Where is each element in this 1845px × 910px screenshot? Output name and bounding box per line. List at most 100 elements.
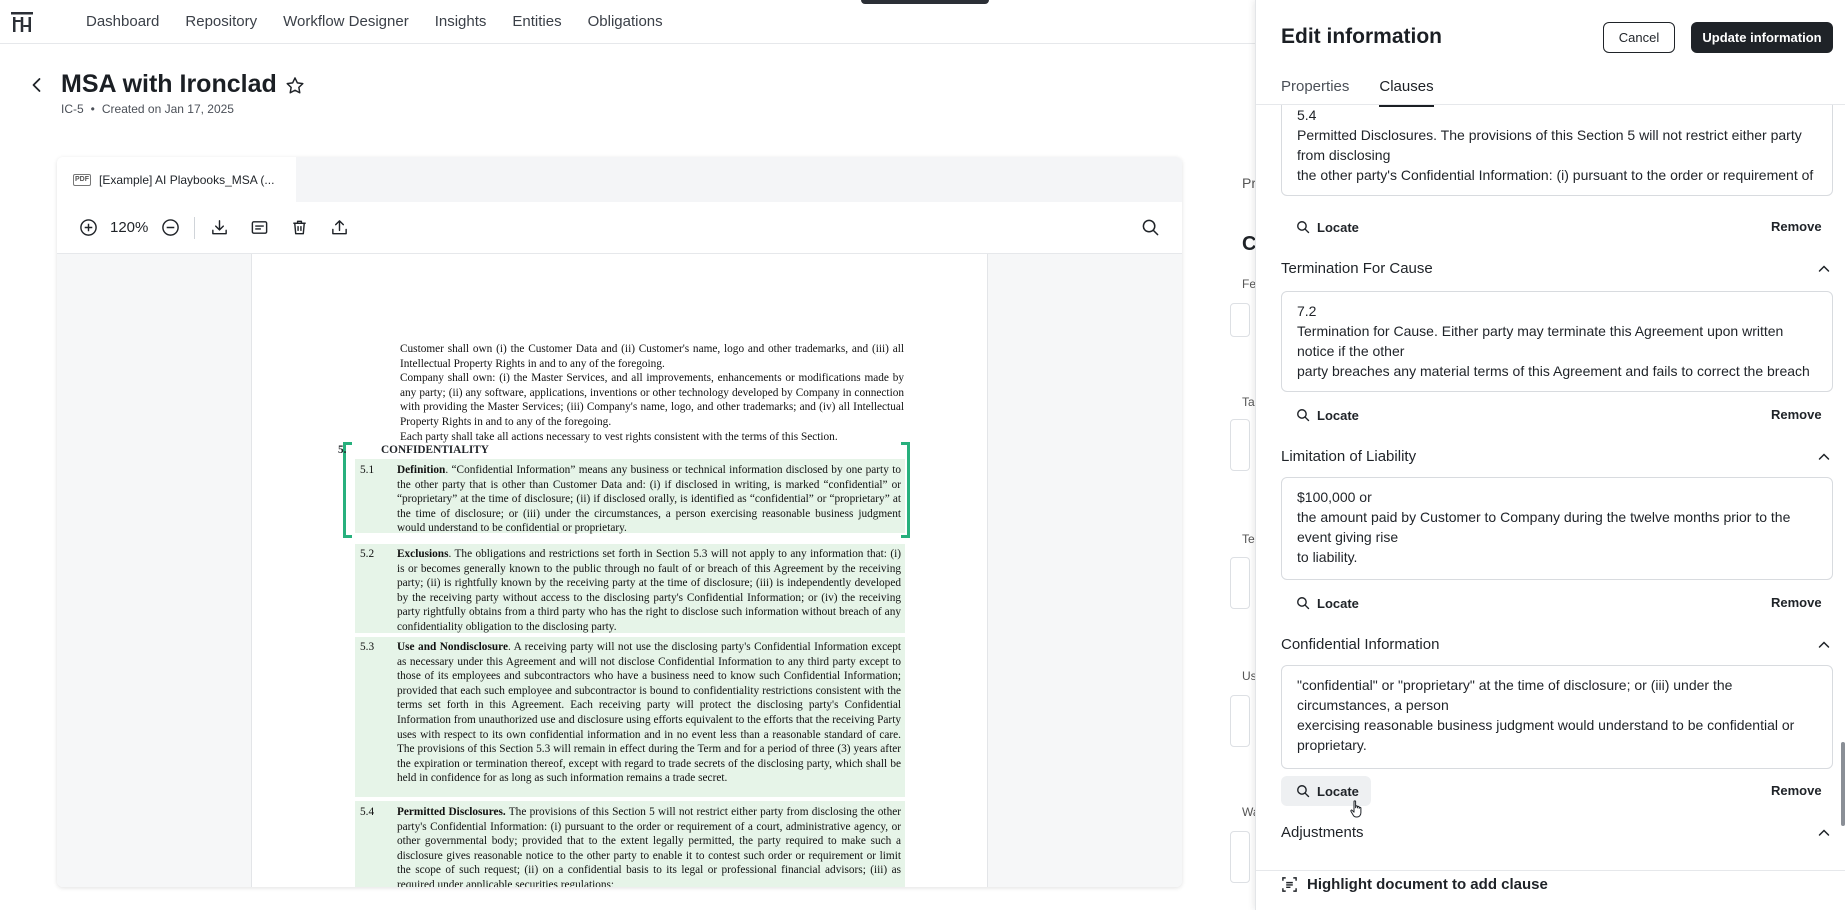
top-indicator-pill <box>861 0 989 4</box>
highlight-to-add-clause-label: Highlight document to add clause <box>1307 876 1548 893</box>
chevron-up-icon[interactable] <box>1817 450 1831 469</box>
nav-workflow-designer[interactable]: Workflow Designer <box>270 0 422 44</box>
clause-text-box[interactable]: 5.4 Permitted Disclosures. The provision… <box>1281 105 1833 196</box>
nav-repository[interactable]: Repository <box>172 0 270 44</box>
tab-properties[interactable]: Properties <box>1281 78 1349 107</box>
properties-strip: Pr C Fe Ta Te Us Wa <box>1230 157 1255 887</box>
search-icon[interactable] <box>1141 218 1160 242</box>
chevron-up-icon[interactable] <box>1817 638 1831 657</box>
strip-field <box>1230 419 1250 471</box>
locate-label: Locate <box>1317 783 1359 799</box>
clause-title: Exclusions <box>397 548 449 560</box>
clause-number: 5.4 <box>360 806 375 818</box>
cancel-button[interactable]: Cancel <box>1603 22 1675 53</box>
pdf-clause: 5.2 Exclusions. The obligations and rest… <box>355 547 905 635</box>
clause-line: Termination for Cause. Either party may … <box>1297 323 1788 359</box>
strip-label: C <box>1242 233 1255 255</box>
search-icon <box>1297 409 1310 422</box>
chevron-up-icon[interactable] <box>1817 262 1831 281</box>
pdf-clause: 5.4 Permitted Disclosures. The provision… <box>355 805 905 887</box>
section-number: 5. <box>338 444 347 456</box>
tab-clauses[interactable]: Clauses <box>1379 78 1434 107</box>
panel-title: Edit information <box>1281 25 1442 48</box>
upload-icon[interactable] <box>329 218 349 238</box>
clause-text: . A receiving party will not use the dis… <box>397 641 901 785</box>
viewer-tab-document[interactable]: PDF [Example] AI Playbooks_MSA (... <box>57 157 296 202</box>
locate-button[interactable]: Locate <box>1281 212 1371 242</box>
highlight-to-add-clause-button[interactable]: Highlight document to add clause <box>1281 876 1548 893</box>
clause-line: the other party's Confidential Informati… <box>1297 167 1814 183</box>
remove-button[interactable]: Remove <box>1771 595 1822 610</box>
remove-button[interactable]: Remove <box>1771 219 1822 234</box>
clause-line: Permitted Disclosures. The provisions of… <box>1297 127 1806 163</box>
nav-insights[interactable]: Insights <box>422 0 500 44</box>
strip-label: Fe <box>1242 277 1255 291</box>
highlight-clause-icon <box>1282 877 1297 892</box>
clause-line: "confidential" or "proprietary" at the t… <box>1297 677 1737 713</box>
clause-number: 5.2 <box>360 548 375 560</box>
panel-tabs: Properties Clauses <box>1281 78 1464 107</box>
document-viewer: PDF [Example] AI Playbooks_MSA (... 120% <box>57 157 1182 887</box>
remove-button[interactable]: Remove <box>1771 407 1822 422</box>
clause-name[interactable]: Adjustments <box>1281 824 1364 841</box>
clause-body: Permitted Disclosures. The provisions of… <box>397 805 905 887</box>
ironclad-logo-icon[interactable] <box>4 4 40 40</box>
search-icon <box>1297 597 1310 610</box>
document-id: IC-5 <box>61 102 84 116</box>
clause-number: 5.3 <box>360 641 375 653</box>
search-icon <box>1297 785 1310 798</box>
locate-button[interactable]: Locate <box>1281 400 1371 430</box>
clause-name[interactable]: Termination For Cause <box>1281 260 1433 277</box>
panel-scrollbar[interactable] <box>1841 742 1845 826</box>
clause-text: . “Confidential Information” means any b… <box>397 464 901 535</box>
viewer-tab-label: [Example] AI Playbooks_MSA (... <box>99 172 275 187</box>
pdf-intro-line: Customer shall own (i) the Customer Data… <box>400 343 904 370</box>
clauses-list[interactable]: 5.4 Permitted Disclosures. The provision… <box>1256 104 1845 844</box>
clause-text-box[interactable]: $100,000 or the amount paid by Customer … <box>1281 477 1833 580</box>
selection-bracket-left <box>343 442 352 538</box>
back-arrow-icon[interactable] <box>28 76 46 94</box>
document-meta: IC-5 • Created on Jan 17, 2025 <box>61 102 234 116</box>
clause-line: party breaches any material terms of thi… <box>1297 363 1810 379</box>
clause-text-box[interactable]: 7.2 Termination for Cause. Either party … <box>1281 291 1833 392</box>
strip-label: Wa <box>1242 805 1255 819</box>
search-icon <box>1297 221 1310 234</box>
strip-field <box>1230 831 1250 883</box>
star-icon[interactable] <box>284 75 306 102</box>
chevron-up-icon[interactable] <box>1817 826 1831 844</box>
viewer-tab-bar: PDF [Example] AI Playbooks_MSA (... <box>57 157 1182 202</box>
pdf-intro: Customer shall own (i) the Customer Data… <box>400 342 904 444</box>
pdf-scroll-area[interactable]: Customer shall own (i) the Customer Data… <box>57 254 1182 887</box>
clause-line: the amount paid by Customer to Company d… <box>1297 509 1795 545</box>
clause-body: Exclusions. The obligations and restrict… <box>397 547 905 635</box>
clause-name[interactable]: Limitation of Liability <box>1281 448 1416 465</box>
nav-entities[interactable]: Entities <box>499 0 574 44</box>
nav-dashboard[interactable]: Dashboard <box>73 0 172 44</box>
clause-line: 7.2 <box>1297 303 1317 319</box>
comment-icon[interactable] <box>249 218 269 238</box>
pdf-page: Customer shall own (i) the Customer Data… <box>251 254 988 887</box>
document-title: MSA with Ironclad <box>61 70 277 98</box>
clause-name[interactable]: Confidential Information <box>1281 636 1439 653</box>
viewer-toolbar: 120% <box>57 202 1182 254</box>
download-icon[interactable] <box>209 218 229 238</box>
locate-label: Locate <box>1317 407 1359 423</box>
pdf-file-icon: PDF <box>73 173 91 186</box>
strip-field <box>1230 303 1250 337</box>
strip-field <box>1230 695 1250 747</box>
update-information-button[interactable]: Update information <box>1691 22 1833 53</box>
toolbar-divider <box>194 216 196 239</box>
clause-line: exercising reasonable business judgment … <box>1297 717 1799 753</box>
delete-icon[interactable] <box>289 218 309 238</box>
clause-text-box[interactable]: "confidential" or "proprietary" at the t… <box>1281 665 1833 769</box>
remove-button[interactable]: Remove <box>1771 783 1822 798</box>
zoom-level: 120% <box>110 219 149 236</box>
strip-label: Te <box>1242 532 1255 546</box>
zoom-in-icon[interactable] <box>78 218 98 238</box>
strip-label: Pr <box>1242 175 1255 191</box>
clause-text: . The obligations and restrictions set f… <box>397 548 901 633</box>
nav-obligations[interactable]: Obligations <box>575 0 676 44</box>
document-created: Created on Jan 17, 2025 <box>101 102 234 116</box>
zoom-out-icon[interactable] <box>160 218 180 238</box>
locate-button[interactable]: Locate <box>1281 588 1371 618</box>
